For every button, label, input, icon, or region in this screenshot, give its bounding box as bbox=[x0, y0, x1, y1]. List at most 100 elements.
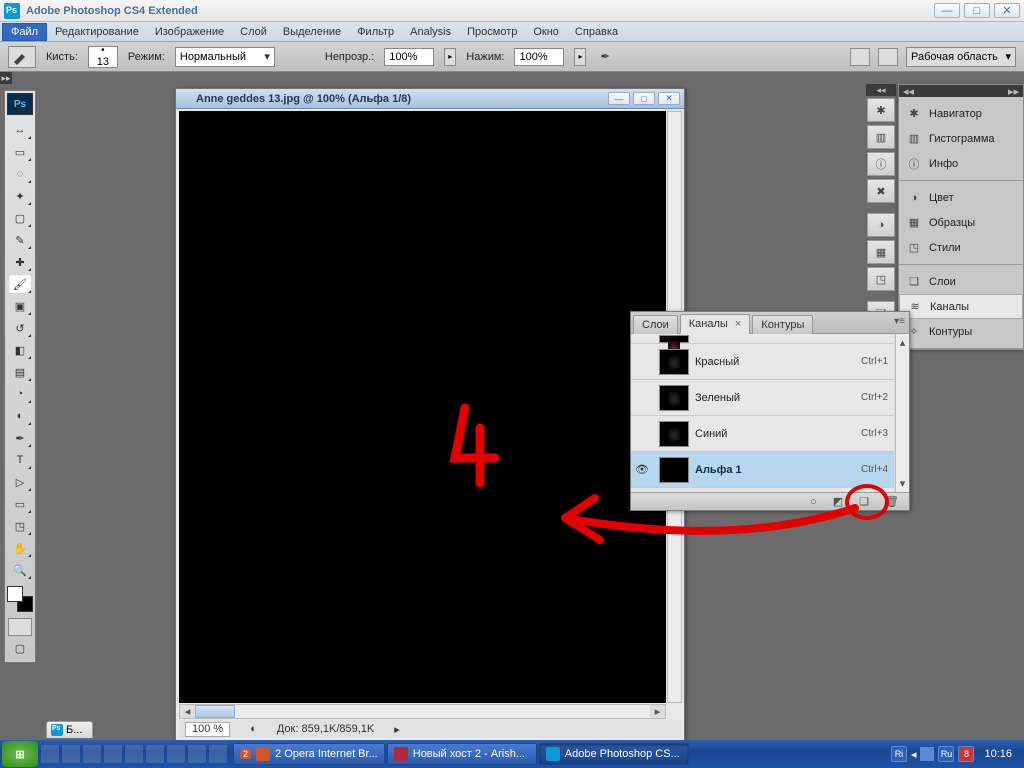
start-button[interactable]: ⊞ bbox=[2, 741, 38, 767]
flow-step[interactable]: ▸ bbox=[574, 48, 586, 66]
ql-icon[interactable] bbox=[83, 745, 101, 763]
screen-mode-toggle[interactable]: ▢ bbox=[8, 640, 32, 656]
rgb-row-partial[interactable] bbox=[631, 334, 894, 344]
panel-entry-Образцы[interactable]: ▦Образцы bbox=[899, 210, 1023, 235]
tool-preset-picker[interactable] bbox=[8, 46, 36, 68]
scroll-left-icon[interactable]: ◂ bbox=[180, 705, 195, 718]
navigator-icon[interactable]: ✱ bbox=[867, 98, 895, 122]
eraser-tool[interactable]: ◧ bbox=[8, 340, 32, 360]
grad-tool[interactable]: ▤ bbox=[8, 362, 32, 382]
doc-minimize-button[interactable]: — bbox=[608, 92, 630, 105]
visibility-eye-icon[interactable]: 👁 bbox=[631, 463, 653, 476]
eyedrop-tool[interactable]: ✎ bbox=[8, 230, 32, 250]
wand-tool[interactable]: ✦ bbox=[8, 186, 32, 206]
tools-icon[interactable]: ✖ bbox=[867, 179, 895, 203]
panel-entry-Стили[interactable]: ◳Стили bbox=[899, 235, 1023, 260]
menu-item-выделение[interactable]: Выделение bbox=[275, 24, 349, 40]
panel-entry-Слои[interactable]: ❏Слои bbox=[899, 269, 1023, 294]
horizontal-scrollbar[interactable]: ◂ ▸ bbox=[179, 704, 666, 719]
flow-field[interactable]: 100% bbox=[514, 48, 564, 66]
panel-entry-Навигатор[interactable]: ✱Навигатор bbox=[899, 101, 1023, 126]
zoom-field[interactable]: 100 % bbox=[185, 722, 230, 737]
quick-mask-toggle[interactable] bbox=[8, 618, 32, 636]
menu-item-файл[interactable]: Файл bbox=[2, 23, 47, 41]
panel-entry-Каналы[interactable]: ≋Каналы bbox=[899, 294, 1023, 319]
canvas[interactable] bbox=[179, 111, 666, 703]
tray-icon[interactable] bbox=[920, 747, 934, 761]
blur-tool[interactable]: ◔ bbox=[8, 384, 32, 404]
channel-row[interactable]: 👁Альфа 1Ctrl+4 bbox=[631, 452, 894, 488]
opacity-step[interactable]: ▸ bbox=[444, 48, 456, 66]
move-tool[interactable]: ↔ bbox=[8, 120, 32, 140]
crop-tool[interactable]: ▢ bbox=[8, 208, 32, 228]
blend-mode-select[interactable]: Нормальный bbox=[175, 47, 275, 67]
panel-menu-icon[interactable]: ▾≡ bbox=[894, 316, 905, 327]
marquee-tool[interactable]: ▭ bbox=[8, 142, 32, 162]
color-icon[interactable]: ◑ bbox=[867, 213, 895, 237]
path-tool[interactable]: ▷ bbox=[8, 472, 32, 492]
panel-entry-Гистограмма[interactable]: ▥Гистограмма bbox=[899, 126, 1023, 151]
lasso-tool[interactable]: ◌ bbox=[8, 164, 32, 184]
info-icon[interactable]: ⓘ bbox=[867, 152, 895, 176]
ql-icon[interactable] bbox=[167, 745, 185, 763]
histogram-icon[interactable]: ▥ bbox=[867, 125, 895, 149]
menu-item-просмотр[interactable]: Просмотр bbox=[459, 24, 525, 40]
load-selection-icon[interactable]: ○ bbox=[810, 496, 817, 508]
doc-info[interactable]: Док: 859,1K/859,1K bbox=[277, 723, 374, 735]
panel-entry-Инфо[interactable]: ⓘИнфо bbox=[899, 151, 1023, 176]
panel-entry-Контуры[interactable]: ✧Контуры bbox=[899, 319, 1023, 344]
menu-item-слой[interactable]: Слой bbox=[232, 24, 275, 40]
menu-item-окно[interactable]: Окно bbox=[525, 24, 567, 40]
zoom-tool[interactable]: 🔍 bbox=[8, 560, 32, 580]
history-tool[interactable]: ↺ bbox=[8, 318, 32, 338]
menu-item-справка[interactable]: Справка bbox=[567, 24, 626, 40]
ql-icon[interactable] bbox=[62, 745, 80, 763]
styles-icon[interactable]: ◳ bbox=[867, 267, 895, 291]
brush-size-picker[interactable]: • 13 bbox=[88, 46, 118, 68]
panel-scrollbar[interactable]: ▴▾ bbox=[895, 334, 909, 492]
workspace-switcher[interactable]: Рабочая область bbox=[906, 47, 1016, 67]
taskbar-button[interactable]: Новый хост 2 - Arish... bbox=[387, 743, 537, 765]
taskbar-button[interactable]: Adobe Photoshop CS... bbox=[539, 743, 689, 765]
doc-maximize-button[interactable]: □ bbox=[633, 92, 655, 105]
stamp-tool[interactable]: ▣ bbox=[8, 296, 32, 316]
panel-tab-Контуры[interactable]: Контуры bbox=[752, 315, 813, 334]
lang-indicator-2[interactable]: Ru bbox=[938, 746, 954, 762]
panel-tab-Каналы[interactable]: Каналы × bbox=[680, 314, 751, 334]
taskbar-button[interactable]: 22 Opera Internet Br... bbox=[233, 743, 385, 765]
new-channel-icon[interactable]: ❏ bbox=[859, 495, 869, 508]
delete-channel-icon[interactable]: 🗑 bbox=[885, 495, 899, 508]
ql-icon[interactable] bbox=[41, 745, 59, 763]
menu-item-изображение[interactable]: Изображение bbox=[147, 24, 232, 40]
menu-item-analysis[interactable]: Analysis bbox=[402, 24, 459, 40]
channel-row[interactable]: КрасныйCtrl+1 bbox=[631, 344, 894, 380]
pen-tool[interactable]: ✒ bbox=[8, 428, 32, 448]
tray-expand[interactable]: ▸▸ bbox=[1008, 85, 1019, 98]
toolbox-collapse-strip[interactable]: ▸▸ bbox=[0, 72, 12, 84]
ql-icon[interactable] bbox=[188, 745, 206, 763]
clock[interactable]: 10:16 bbox=[978, 748, 1018, 760]
ql-icon[interactable] bbox=[125, 745, 143, 763]
panel-entry-Цвет[interactable]: ◑Цвет bbox=[899, 185, 1023, 210]
document-tab[interactable]: Б... bbox=[46, 721, 93, 738]
type-tool[interactable]: T bbox=[8, 450, 32, 470]
tray-icon[interactable]: ◂ bbox=[911, 748, 917, 761]
document-title-bar[interactable]: Anne geddes 13.jpg @ 100% (Альфа 1/8) — … bbox=[176, 89, 684, 109]
scroll-right-icon[interactable]: ▸ bbox=[650, 705, 665, 718]
doc-close-button[interactable]: ✕ bbox=[658, 92, 680, 105]
lang-indicator[interactable]: Ri bbox=[891, 746, 907, 762]
swatches-icon[interactable]: ▦ bbox=[867, 240, 895, 264]
screen-mode-icon[interactable] bbox=[878, 48, 898, 66]
3d-tool[interactable]: ◳ bbox=[8, 516, 32, 536]
menu-item-редактирование[interactable]: Редактирование bbox=[47, 24, 147, 40]
color-proof-icon[interactable]: ◐ bbox=[250, 723, 257, 735]
airbrush-icon[interactable]: ✒ bbox=[600, 50, 609, 63]
ql-icon[interactable] bbox=[146, 745, 164, 763]
ql-icon[interactable] bbox=[209, 745, 227, 763]
strip-collapse[interactable]: ◂◂ bbox=[866, 84, 896, 96]
panel-tab-Слои[interactable]: Слои bbox=[633, 315, 678, 334]
hand-tool[interactable]: ✋ bbox=[8, 538, 32, 558]
brush-tool[interactable]: 🖌 bbox=[8, 274, 32, 294]
heal-tool[interactable]: ✚ bbox=[8, 252, 32, 272]
opacity-field[interactable]: 100% bbox=[384, 48, 434, 66]
